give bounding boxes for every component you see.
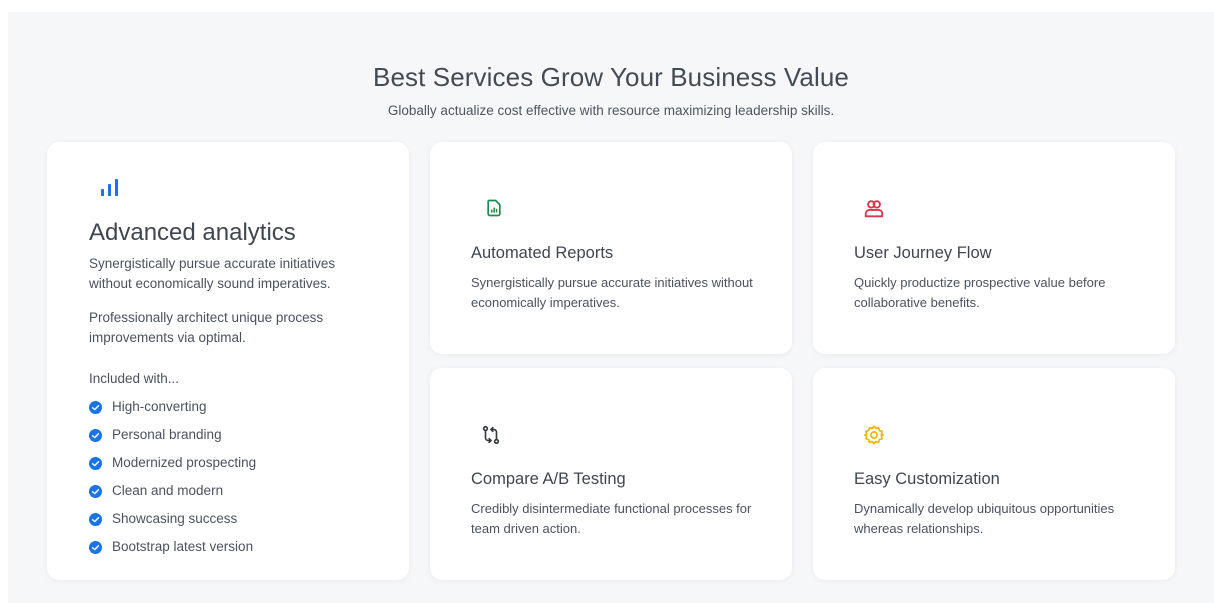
- service-card-easy-customization: Easy Customization Dynamically develop u…: [813, 368, 1175, 580]
- users-icon: [864, 200, 884, 218]
- feature-card-advanced-analytics: Advanced analytics Synergistically pursu…: [47, 142, 409, 580]
- feature-item: Clean and modern: [89, 482, 256, 510]
- service-card-compare-ab-testing: Compare A/B Testing Credibly disintermed…: [430, 368, 792, 580]
- feature-item-label: High-converting: [112, 399, 207, 414]
- card-description-secondary: Professionally architect unique process …: [89, 310, 324, 345]
- services-section: Best Services Grow Your Business Value G…: [8, 12, 1214, 603]
- feature-item-label: Modernized prospecting: [112, 455, 257, 470]
- feature-item-label: Bootstrap latest version: [112, 539, 254, 554]
- card-description: Dynamically develop ubiquitous opportuni…: [854, 501, 1115, 536]
- feature-item-label: Personal branding: [112, 427, 222, 442]
- card-title: Easy Customization: [854, 470, 1000, 488]
- card-title: Automated Reports: [471, 244, 614, 262]
- feature-item: Modernized prospecting: [89, 454, 256, 482]
- card-description: Credibly disintermediate functional proc…: [471, 501, 752, 536]
- included-label: Included with...: [89, 371, 180, 386]
- feature-item: Bootstrap latest version: [89, 538, 256, 566]
- service-card-user-journey-flow: User Journey Flow Quickly productize pro…: [813, 142, 1175, 354]
- feature-item: High-converting: [89, 398, 256, 426]
- feature-item: Personal branding: [89, 426, 256, 454]
- git-compare-icon: [482, 425, 500, 445]
- feature-list: High-converting Personal branding Modern…: [89, 398, 256, 566]
- check-circle-icon: [89, 429, 102, 442]
- file-chart-icon: [487, 199, 501, 217]
- section-title: Best Services Grow Your Business Value: [373, 62, 849, 92]
- card-description: Synergistically pursue accurate initiati…: [471, 275, 753, 310]
- card-title: Advanced analytics: [89, 219, 296, 246]
- card-title: User Journey Flow: [854, 244, 992, 262]
- service-card-automated-reports: Automated Reports Synergistically pursue…: [430, 142, 792, 354]
- check-circle-icon: [89, 485, 102, 498]
- feature-item: Showcasing success: [89, 510, 256, 538]
- bar-chart-icon: [101, 179, 118, 196]
- card-title: Compare A/B Testing: [471, 470, 626, 488]
- check-circle-icon: [89, 541, 102, 554]
- card-description: Quickly productize prospective value bef…: [854, 275, 1106, 310]
- card-description: Synergistically pursue accurate initiati…: [89, 256, 336, 291]
- check-circle-icon: [89, 513, 102, 526]
- check-circle-icon: [89, 457, 102, 470]
- settings-gear-icon: [864, 425, 884, 445]
- check-circle-icon: [89, 401, 102, 414]
- section-subtitle: Globally actualize cost effective with r…: [387, 103, 835, 118]
- feature-item-label: Showcasing success: [112, 511, 238, 526]
- section-header: Best Services Grow Your Business Value G…: [8, 62, 1214, 120]
- feature-item-label: Clean and modern: [112, 483, 224, 498]
